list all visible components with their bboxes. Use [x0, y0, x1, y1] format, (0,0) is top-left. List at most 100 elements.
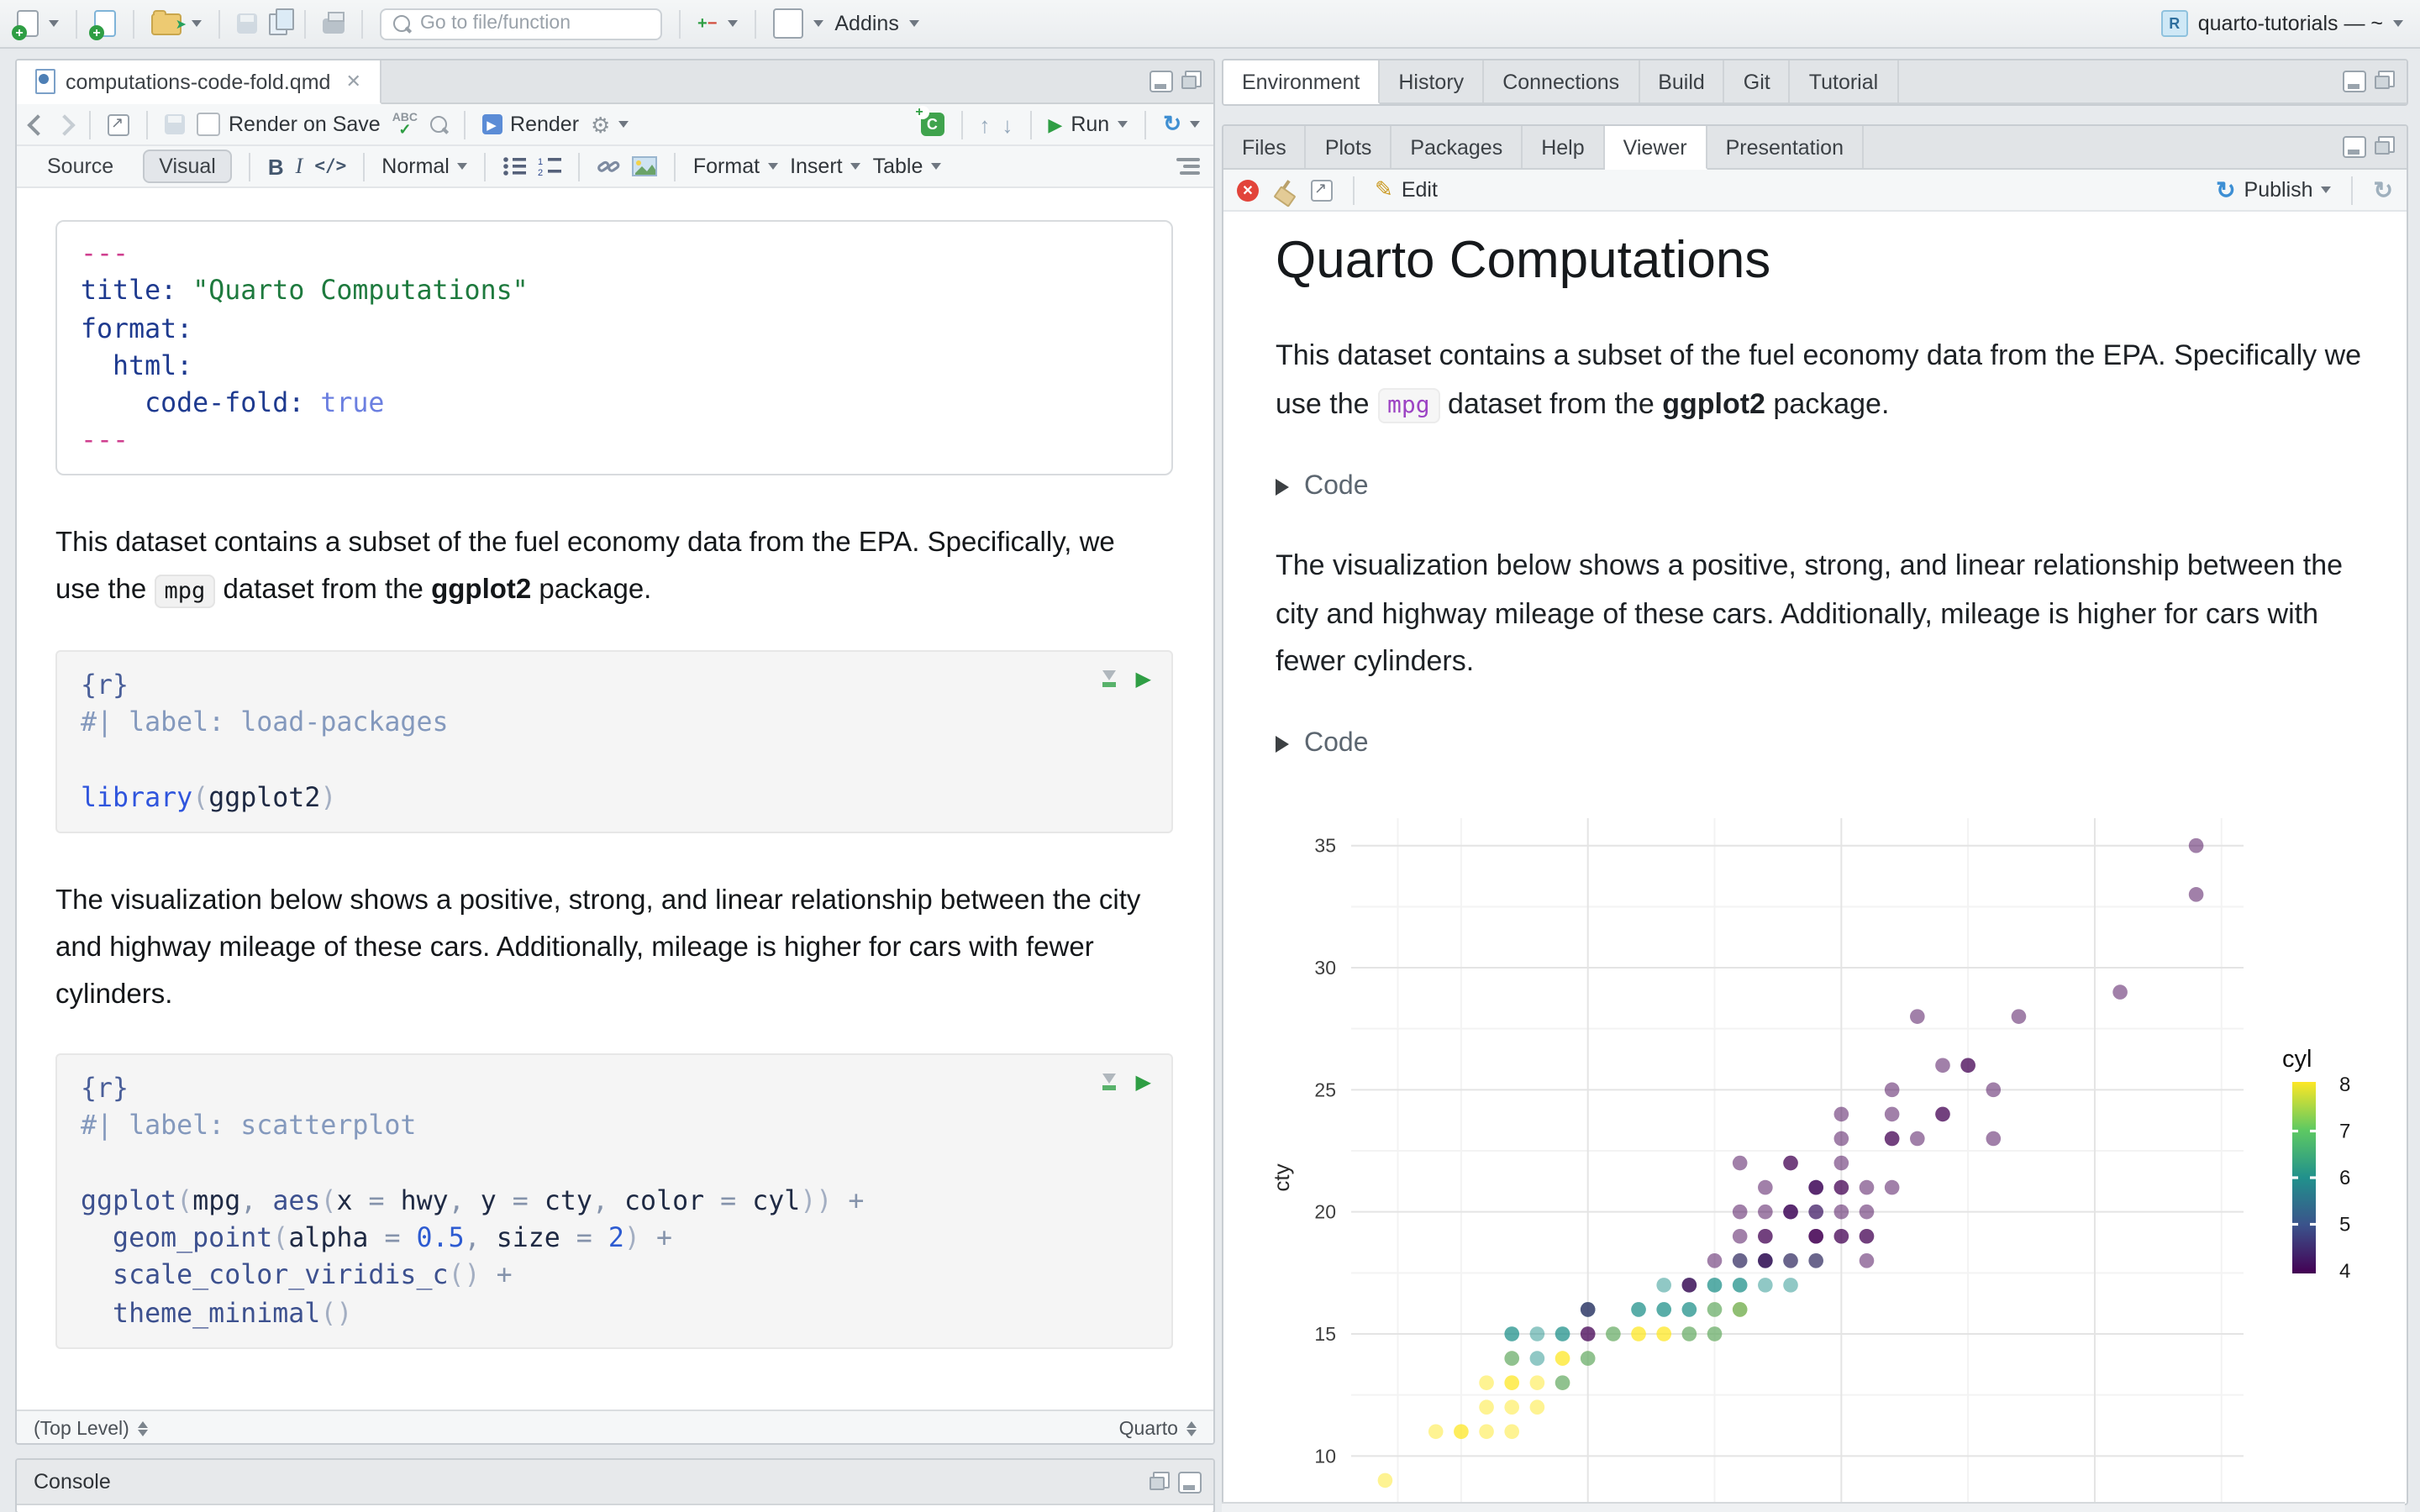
stop-icon[interactable]: ✕ — [1237, 179, 1259, 201]
run-chunks-above-icon[interactable] — [1102, 670, 1116, 687]
link-icon[interactable] — [597, 156, 621, 176]
table-menu[interactable]: Table — [873, 155, 942, 178]
editor-paragraph-2[interactable]: The visualization below shows a positive… — [55, 877, 1165, 1018]
clear-broom-icon[interactable] — [1274, 179, 1296, 201]
render-on-save-checkbox[interactable] — [197, 113, 220, 136]
open-in-new-window-icon[interactable] — [1311, 179, 1333, 201]
tab-help[interactable]: Help — [1523, 126, 1605, 168]
data-point — [1555, 1375, 1570, 1390]
source-editor-pane: computations-code-fold.qmd ✕ Render on S… — [15, 59, 1215, 1445]
run-button[interactable]: ▶ Run — [1048, 113, 1128, 136]
publish-button[interactable]: ↻ Publish — [2216, 176, 2332, 204]
workspace-panes-button[interactable] — [772, 8, 823, 39]
render-button[interactable]: ▶ Render — [481, 113, 579, 136]
viewer-tabbar: Files Plots Packages Help Viewer Presentation — [1223, 126, 2407, 170]
minimize-pane-icon[interactable] — [2343, 71, 2366, 92]
tab-computations-code-fold[interactable]: computations-code-fold.qmd ✕ — [17, 60, 381, 104]
tab-history[interactable]: History — [1380, 60, 1485, 102]
refresh-icon[interactable]: ↻ — [2374, 176, 2393, 204]
yaml-front-matter[interactable]: --- title: "Quarto Computations" format: h… — [55, 220, 1173, 475]
back-icon[interactable] — [27, 113, 49, 135]
goto-file-search[interactable]: Go to file/function — [380, 8, 662, 39]
console-header[interactable]: Console — [17, 1460, 1213, 1505]
go-next-section-icon[interactable]: ↓ — [1002, 113, 1013, 135]
close-icon[interactable]: ✕ — [345, 71, 360, 92]
tab-environment[interactable]: Environment — [1223, 60, 1381, 104]
visual-mode-button[interactable]: Visual — [142, 150, 233, 183]
bullet-list-icon[interactable] — [503, 156, 527, 176]
project-menu[interactable]: R quarto-tutorials — ~ — [2160, 10, 2403, 37]
forward-icon[interactable] — [54, 113, 76, 135]
save-all-button[interactable] — [269, 8, 293, 34]
code-fold-1[interactable]: Code — [1276, 472, 2346, 502]
new-project-button[interactable] — [89, 10, 116, 40]
legend-label: 8 — [2339, 1074, 2350, 1096]
doc-type-selector[interactable]: Quarto — [1119, 1420, 1197, 1440]
data-point — [1833, 1179, 1849, 1195]
code-format-button[interactable]: </> — [314, 156, 346, 176]
code-chunk-load-packages[interactable]: ▶ {r} #| label: load-packages library(ggp… — [55, 649, 1173, 833]
compile-tool-button[interactable]: + − — [697, 15, 738, 32]
format-menu[interactable]: Format — [693, 155, 779, 178]
tab-presentation[interactable]: Presentation — [1707, 126, 1864, 168]
minimize-pane-icon[interactable] — [1178, 1472, 1202, 1494]
code-fold-2[interactable]: Code — [1276, 728, 2346, 759]
tab-git[interactable]: Git — [1725, 60, 1791, 102]
run-chunk-icon[interactable]: ▶ — [1136, 669, 1151, 689]
paragraph-style-dropdown[interactable]: Normal — [381, 155, 468, 178]
run-chunk-icon[interactable]: ▶ — [1136, 1072, 1151, 1092]
run-chunks-above-icon[interactable] — [1102, 1074, 1116, 1090]
editor-paragraph-1[interactable]: This dataset contains a subset of the fu… — [55, 519, 1165, 615]
insert-chunk-button[interactable]: C — [915, 106, 944, 136]
insert-menu[interactable]: Insert — [790, 155, 861, 178]
tab-viewer[interactable]: Viewer — [1604, 126, 1707, 170]
image-icon[interactable] — [632, 156, 658, 176]
tab-build[interactable]: Build — [1639, 60, 1725, 102]
numbered-list-icon[interactable]: 12 — [539, 156, 562, 176]
render-options-button[interactable]: ⚙ — [591, 113, 629, 135]
new-document-icon — [12, 10, 39, 40]
minimize-pane-icon[interactable] — [2343, 136, 2366, 158]
rendered-paragraph-1: This dataset contains a subset of the fu… — [1276, 333, 2365, 430]
render-on-save-toggle[interactable]: Render on Save — [197, 113, 381, 136]
tab-connections[interactable]: Connections — [1484, 60, 1640, 102]
outline-location-selector[interactable]: (Top Level) — [34, 1420, 148, 1440]
maximize-pane-icon[interactable] — [2375, 71, 2395, 89]
chunk2-code[interactable]: {r} #| label: scatterplot ggplot(mpg, aes… — [81, 1070, 1148, 1332]
edit-button[interactable]: ✎ Edit — [1375, 176, 1438, 203]
print-button[interactable] — [323, 12, 345, 34]
new-file-button[interactable] — [12, 10, 59, 40]
legend-label: 7 — [2339, 1121, 2350, 1143]
code-chunk-scatterplot[interactable]: ▶ {r} #| label: scatterplot ggplot(mpg, a… — [55, 1053, 1173, 1350]
outline-toggle-icon[interactable] — [1176, 157, 1200, 176]
source-mode-button[interactable]: Source — [30, 150, 130, 183]
disclosure-triangle-icon — [1276, 735, 1289, 752]
maximize-pane-icon[interactable] — [1181, 71, 1202, 89]
minimize-pane-icon[interactable] — [1150, 71, 1173, 92]
gear-icon: ⚙ — [591, 112, 611, 137]
spellcheck-icon[interactable]: ABC ✓ — [392, 113, 418, 137]
chevron-down-icon — [931, 163, 942, 170]
tab-files[interactable]: Files — [1223, 126, 1307, 168]
open-new-window-icon[interactable] — [108, 113, 129, 135]
data-point — [2112, 984, 2128, 1000]
addins-menu[interactable]: Addins — [834, 12, 919, 35]
chunk1-code[interactable]: {r} #| label: load-packages library(ggplo… — [81, 667, 1148, 816]
open-file-button[interactable] — [151, 9, 202, 34]
tab-plots[interactable]: Plots — [1307, 126, 1392, 168]
tab-packages[interactable]: Packages — [1392, 126, 1523, 168]
save-button[interactable] — [237, 13, 257, 34]
tab-tutorial[interactable]: Tutorial — [1791, 60, 1899, 102]
save-doc-button[interactable] — [165, 114, 185, 134]
bold-button[interactable]: B — [268, 154, 284, 179]
maximize-pane-icon[interactable] — [2375, 136, 2395, 155]
maximize-pane-icon[interactable] — [1150, 1472, 1170, 1490]
editor-toolbar: Render on Save ABC✓ ▶ Render ⚙ C ↑ ↓ ▶ R… — [17, 104, 1213, 146]
go-prev-section-icon[interactable]: ↑ — [979, 113, 990, 135]
find-replace-icon[interactable] — [429, 116, 447, 133]
rerun-button[interactable]: ↻ — [1163, 111, 1200, 138]
italic-button[interactable]: I — [296, 153, 303, 180]
inline-code: mpg — [154, 574, 216, 608]
editor-document[interactable]: --- title: "Quarto Computations" format: h… — [17, 188, 1213, 1410]
